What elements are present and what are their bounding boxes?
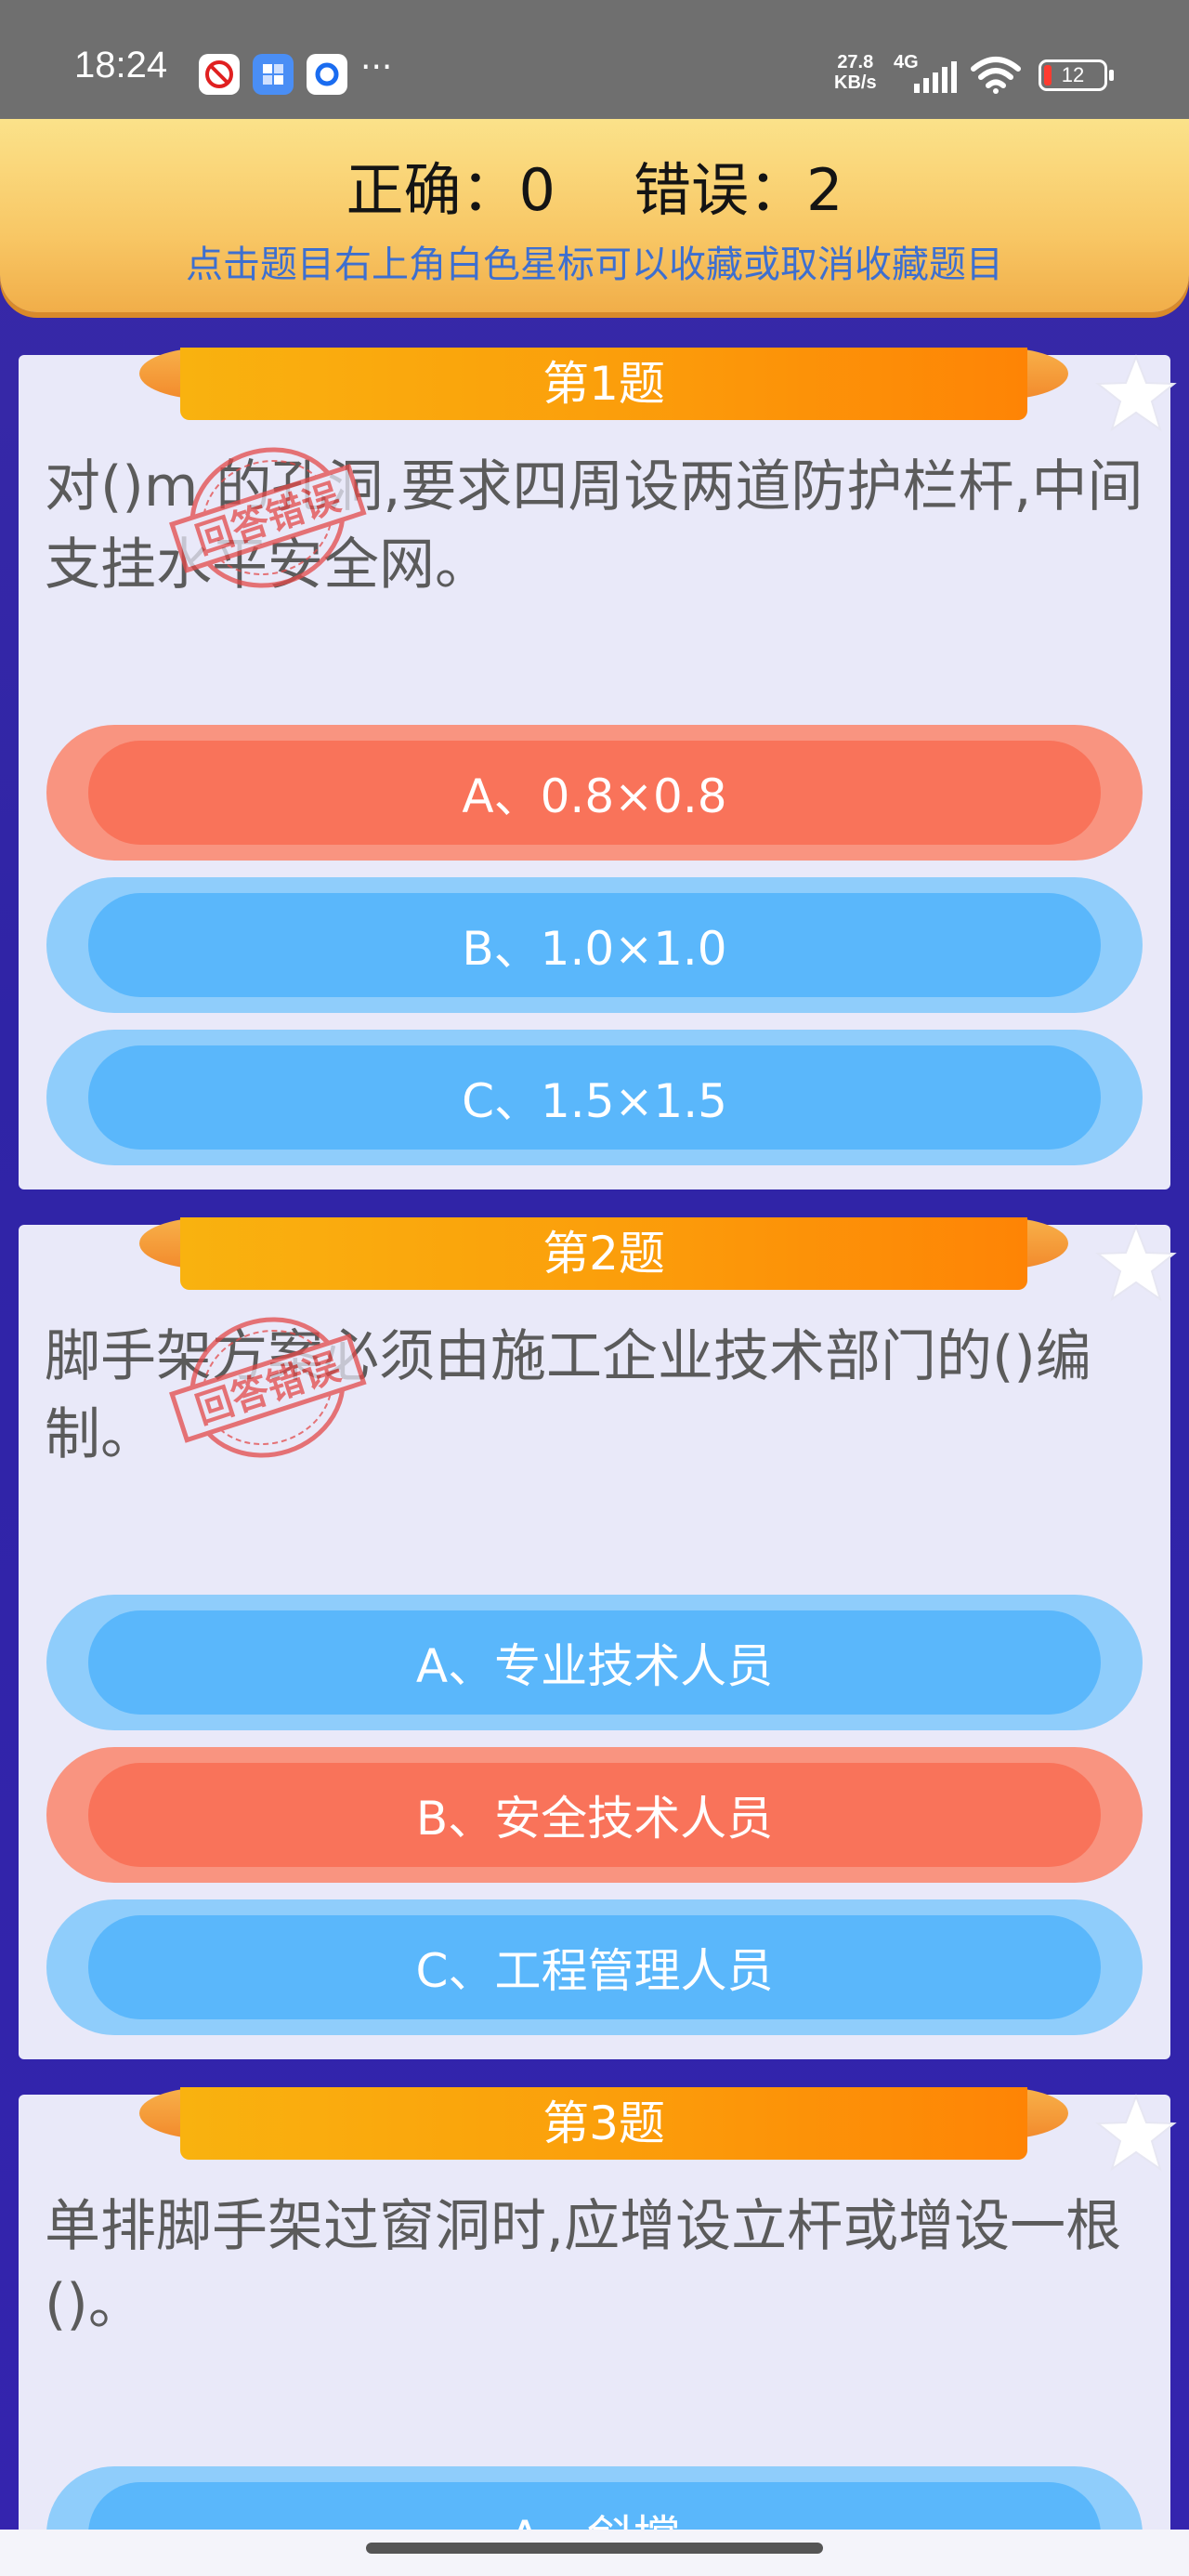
wrong-label: 错误： [634, 156, 807, 224]
score-panel: 正确：0 错误：2 点击题目右上角白色星标可以收藏或取消收藏题目 [0, 119, 1189, 312]
option-label: C、1.5×1.5 [88, 1045, 1101, 1150]
wifi-icon [971, 57, 1021, 94]
battery-level: 12 [1061, 63, 1085, 86]
option-label: C、工程管理人员 [88, 1915, 1101, 2019]
wrong-answer-stamp: 回答错误 [169, 447, 367, 588]
favorite-star-icon[interactable] [1094, 351, 1178, 435]
network-speed-unit: KB/s [834, 72, 877, 93]
browser-notification-icon [307, 54, 347, 95]
network-speed: 27.8 KB/s [834, 52, 877, 93]
favorite-star-icon[interactable] [1094, 2091, 1178, 2175]
option-c[interactable]: C、1.5×1.5 [46, 1030, 1143, 1165]
option-label: A、专业技术人员 [88, 1610, 1101, 1715]
app-notification-icon [253, 54, 294, 95]
status-bar: 18:24 ··· 27.8 KB/s 4G 12 [0, 0, 1189, 121]
question-number: 第1题 [180, 348, 1027, 420]
option-label: B、1.0×1.0 [88, 893, 1101, 997]
correct-count: 0 [518, 156, 555, 224]
wrong-answer-stamp: 回答错误 [169, 1317, 367, 1458]
option-label: B、安全技术人员 [88, 1763, 1101, 1867]
option-b[interactable]: B、安全技术人员 [46, 1747, 1143, 1883]
question-number: 第3题 [180, 2087, 1027, 2160]
wrong-count: 2 [806, 156, 843, 224]
mute-notification-icon [199, 54, 240, 95]
question-card-3: 第3题 单排脚手架过窗洞时,应增设立杆或增设一根()。 A、斜撑 [19, 2087, 1177, 2576]
favorite-star-icon[interactable] [1094, 1221, 1178, 1305]
question-text: 单排脚手架过窗洞时,应增设立杆或增设一根()。 [45, 2194, 1122, 2337]
correct-label: 正确： [346, 156, 519, 224]
battery-icon: 12 [1039, 59, 1114, 91]
signal-icon [914, 61, 957, 93]
option-c[interactable]: C、工程管理人员 [46, 1899, 1143, 2035]
status-time: 18:24 [74, 45, 168, 85]
question-card-2: 第2题 脚手架方案必须由施工企业技术部门的()编制。 回答错误 A、专业技术人员… [19, 1217, 1177, 2059]
network-speed-value: 27.8 [837, 52, 874, 72]
question-number: 第2题 [180, 1217, 1027, 1290]
option-a[interactable]: A、0.8×0.8 [46, 725, 1143, 861]
stamp-text: 回答错误 [190, 476, 345, 562]
favorite-hint: 点击题目右上角白色星标可以收藏或取消收藏题目 [186, 243, 1003, 286]
question-card-1: 第1题 对()m 的孔洞,要求四周设两道防护栏杆,中间支挂水平安全网。 回答错误… [19, 348, 1177, 1189]
more-notifications-icon: ··· [360, 48, 393, 86]
stamp-text: 回答错误 [190, 1346, 345, 1432]
option-a[interactable]: A、专业技术人员 [46, 1595, 1143, 1730]
home-indicator[interactable] [366, 2543, 823, 2554]
option-label: A、0.8×0.8 [88, 741, 1101, 845]
option-b[interactable]: B、1.0×1.0 [46, 877, 1143, 1013]
score-line: 正确：0 错误：2 [0, 143, 1189, 227]
